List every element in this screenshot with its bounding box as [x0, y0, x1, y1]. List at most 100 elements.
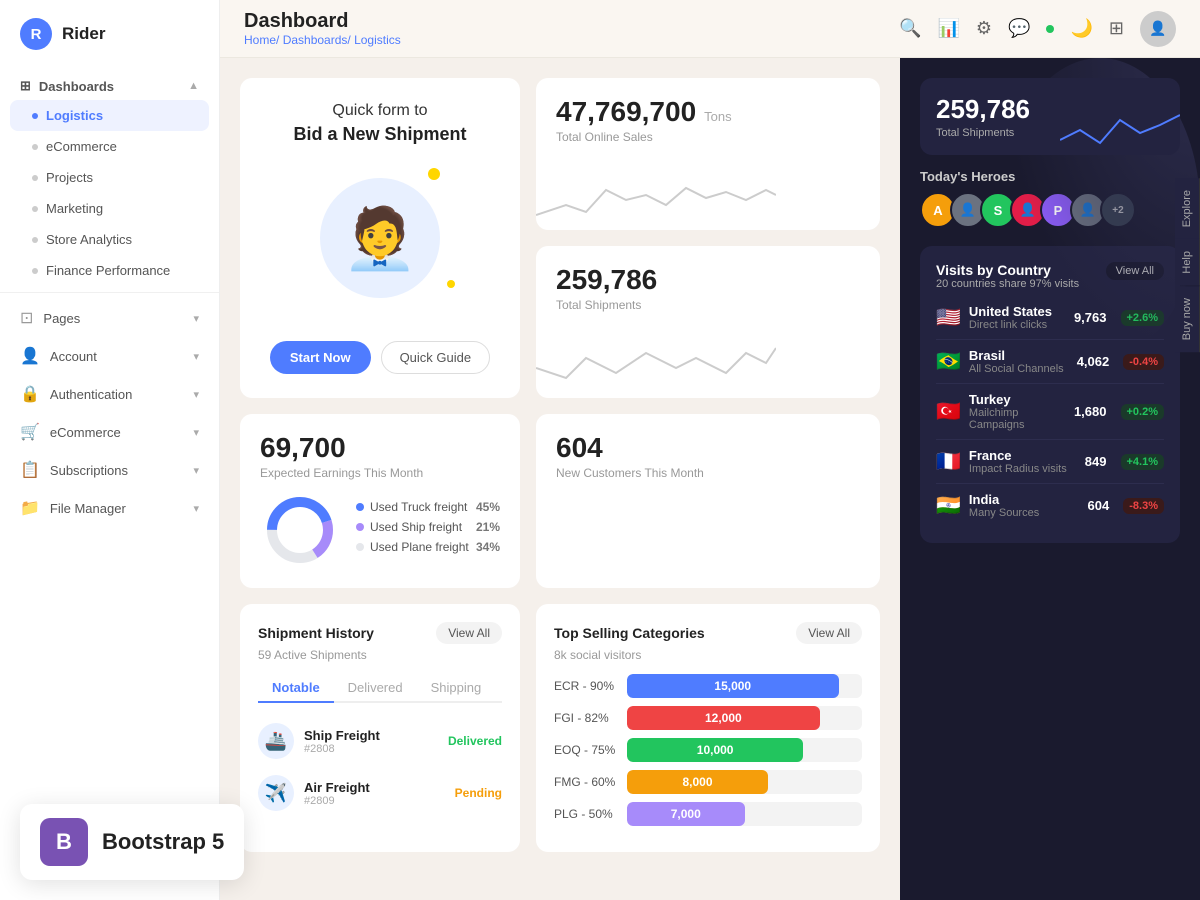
country-flag: 🇧🇷 [936, 349, 961, 374]
country-change: +2.6% [1121, 310, 1165, 326]
country-source: Impact Radius visits [969, 463, 1077, 475]
bar-label: FMG - 60% [554, 775, 619, 789]
bootstrap-badge: B Bootstrap 5 [20, 804, 244, 880]
chevron-down-icon: ▾ [193, 312, 199, 325]
search-icon[interactable]: 🔍 [899, 18, 921, 39]
pages-icon: ⊡ [20, 308, 33, 328]
avatar[interactable]: 👤 [1140, 11, 1176, 47]
ship-name: Ship Freight [304, 728, 438, 743]
file-icon: 📁 [20, 498, 40, 518]
country-row: 🇺🇸 United States Direct link clicks 9,76… [936, 296, 1164, 340]
categories-view-all[interactable]: View All [796, 622, 862, 644]
shipment-tabs: Notable Delivered Shipping [258, 674, 502, 703]
chevron-down-icon: ▾ [193, 350, 199, 363]
side-tab-buy-now[interactable]: Buy now [1175, 286, 1200, 352]
sidebar-item-file-manager[interactable]: 📁 File Manager ▾ [0, 489, 219, 527]
shipment-promo-card: Quick form to Bid a New Shipment 🧑‍💼 Sta… [240, 78, 520, 398]
sidebar-item-ecommerce[interactable]: eCommerce [0, 131, 219, 162]
side-tab-explore[interactable]: Explore [1175, 178, 1200, 239]
bar-fill: 12,000 [627, 706, 820, 730]
subscriptions-label: Subscriptions [50, 463, 128, 478]
breadcrumb-dashboards[interactable]: Dashboards/ [283, 33, 354, 47]
country-view-all[interactable]: View All [1106, 262, 1164, 280]
second-cards-row: 69,700 Expected Earnings This Month [240, 414, 880, 588]
sidebar-item-subscriptions[interactable]: 📋 Subscriptions ▾ [0, 451, 219, 489]
active-dot [32, 113, 38, 119]
ship-status-2: Pending [455, 786, 502, 800]
sidebar-item-ecommerce-group[interactable]: 🛒 eCommerce ▾ [0, 413, 219, 451]
dot-icon [32, 175, 38, 181]
heroes-avatars: A 👤 S 👤 P 👤 +2 [920, 192, 1180, 228]
sidebar-item-finance[interactable]: Finance Performance [0, 255, 219, 286]
sidebar-item-pages[interactable]: ⊡ Pages ▾ [0, 299, 219, 337]
dashboards-section[interactable]: ⊞ Dashboards ▲ [0, 68, 219, 100]
stat-card-customers: 604 New Customers This Month [536, 414, 880, 588]
sidebar-item-projects[interactable]: Projects [0, 162, 219, 193]
country-source: Direct link clicks [969, 319, 1066, 331]
country-source: Many Sources [969, 507, 1080, 519]
stat-card-shipments: 259,786 Total Shipments [536, 246, 880, 398]
settings-icon[interactable]: ⚙ [976, 18, 992, 39]
rstat-shipments-chart [1060, 105, 1180, 155]
bar-label: PLG - 50% [554, 807, 619, 821]
tab-notable[interactable]: Notable [258, 674, 334, 703]
heroes-title: Today's Heroes [920, 169, 1180, 184]
bootstrap-icon: B [40, 818, 88, 866]
subscriptions-icon: 📋 [20, 460, 40, 480]
truck-dot [356, 503, 364, 511]
chevron-down-icon: ▾ [193, 388, 199, 401]
country-title: Visits by Country [936, 262, 1079, 278]
dot-icon [32, 206, 38, 212]
country-name: United States [969, 304, 1066, 319]
right-panel: 259,786 Total Shipments Today's Heroes A… [900, 58, 1200, 900]
theme-toggle[interactable]: 🌙 [1070, 18, 1092, 39]
grid-icon[interactable]: ⊞ [1109, 18, 1124, 39]
country-info: Brasil All Social Channels [969, 348, 1069, 375]
start-now-button[interactable]: Start Now [270, 341, 371, 374]
legend-truck: Used Truck freight 45% [356, 500, 500, 514]
shipment-history-subtitle: 59 Active Shipments [258, 648, 502, 662]
page-title: Dashboard [244, 10, 401, 33]
plane-pct: 34% [476, 540, 500, 554]
sidebar-item-account[interactable]: 👤 Account ▾ [0, 337, 219, 375]
tab-delivered[interactable]: Delivered [334, 674, 417, 703]
country-change: +0.2% [1121, 404, 1165, 420]
sidebar-item-store-analytics[interactable]: Store Analytics [0, 224, 219, 255]
sidebar-item-marketing[interactable]: Marketing [0, 193, 219, 224]
truck-label: Used Truck freight [370, 500, 470, 514]
country-name: France [969, 448, 1077, 463]
country-change: +4.1% [1121, 454, 1165, 470]
chart-icon[interactable]: 📊 [938, 18, 960, 39]
quick-guide-button[interactable]: Quick Guide [381, 341, 491, 374]
sidebar-item-label: Marketing [46, 201, 103, 216]
country-name: India [969, 492, 1080, 507]
country-row: 🇧🇷 Brasil All Social Channels 4,062 -0.4… [936, 340, 1164, 384]
breadcrumb-home[interactable]: Home/ [244, 33, 283, 47]
logo-icon: R [20, 18, 52, 50]
bar-row: PLG - 50% 7,000 [554, 802, 862, 826]
country-visits: 849 [1085, 454, 1107, 469]
sidebar-item-label: eCommerce [46, 139, 117, 154]
bar-track: 10,000 [627, 738, 862, 762]
dot-icon [32, 268, 38, 274]
chat-icon[interactable]: 💬 [1008, 18, 1030, 39]
app-name: Rider [62, 24, 105, 44]
ship-name-2: Air Freight [304, 780, 445, 795]
country-info: Turkey Mailchimp Campaigns [969, 392, 1066, 431]
country-visits: 9,763 [1074, 310, 1107, 325]
shipment-history-view-all[interactable]: View All [436, 622, 502, 644]
tab-shipping[interactable]: Shipping [417, 674, 496, 703]
sidebar-logo[interactable]: R Rider [0, 0, 219, 68]
ship-status: Delivered [448, 734, 502, 748]
side-tabs: Explore Help Buy now [1175, 178, 1200, 352]
country-info: United States Direct link clicks [969, 304, 1066, 331]
country-info: India Many Sources [969, 492, 1080, 519]
country-visits-card: Visits by Country 20 countries share 97%… [920, 246, 1180, 543]
sidebar-item-authentication[interactable]: 🔒 Authentication ▾ [0, 375, 219, 413]
sidebar-item-logistics[interactable]: Logistics [10, 100, 209, 131]
online-sales-chart [536, 170, 776, 230]
promo-title: Bid a New Shipment [293, 124, 466, 145]
legend-plane: Used Plane freight 34% [356, 540, 500, 554]
side-tab-help[interactable]: Help [1175, 239, 1200, 286]
account-label: Account [50, 349, 97, 364]
